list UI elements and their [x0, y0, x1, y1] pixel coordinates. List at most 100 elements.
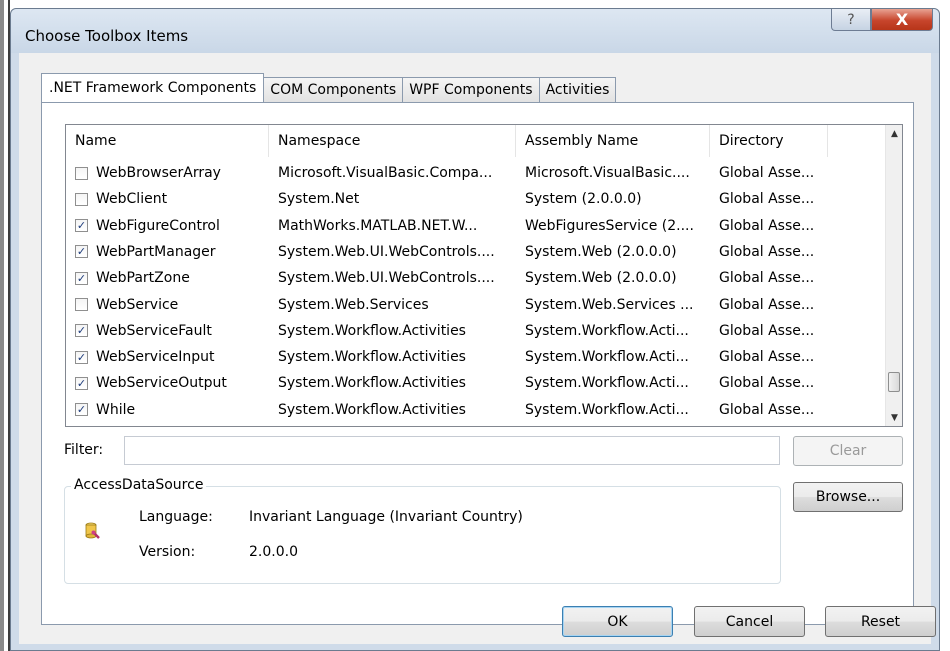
cell-namespace: System.Web.UI.WebControls.... — [278, 270, 495, 287]
cell-directory: Global Asse... — [719, 349, 815, 366]
component-icon — [85, 522, 101, 544]
item-checkbox[interactable]: ✓ — [75, 245, 88, 259]
cell-name: ✓ While — [66, 402, 269, 418]
components-list[interactable]: Name Namespace Assembly Name Directory W… — [65, 124, 903, 427]
list-item[interactable]: ✓ WebServiceOutput System.Workflow.Activit… — [66, 370, 886, 396]
item-checkbox[interactable]: ✓ — [75, 324, 88, 338]
item-name: WebServiceFault — [96, 322, 212, 339]
cell-assembly-name: System.Workflow.Acti... — [525, 375, 689, 392]
item-checkbox[interactable] — [75, 192, 88, 206]
help-button[interactable]: ? — [831, 9, 871, 31]
close-icon: X — [895, 10, 909, 29]
cell-name: ✓ WebServiceOutput — [66, 375, 269, 391]
close-button[interactable]: X — [871, 9, 933, 31]
cell-namespace: System.Workflow.Activities — [278, 401, 466, 418]
cell-directory: Global Asse... — [719, 217, 815, 234]
window-title: Choose Toolbox Items — [25, 27, 189, 45]
cell-name: ✓ WebPartManager — [66, 244, 269, 260]
item-name: WebPartZone — [96, 270, 190, 287]
language-label: Language: — [139, 509, 213, 525]
help-icon: ? — [847, 11, 855, 28]
list-item[interactable]: WebService System.Web.Services System.Web.… — [66, 292, 886, 318]
item-checkbox[interactable]: ✓ — [75, 271, 88, 285]
cell-name: WebClient — [66, 191, 269, 207]
column-header-name[interactable]: Name — [66, 125, 269, 157]
vertical-scrollbar[interactable]: ▲ ▼ — [885, 125, 902, 426]
item-name: WebService — [96, 296, 179, 313]
filter-label: Filter: — [64, 442, 104, 458]
cell-namespace: Microsoft.VisualBasic.Compa... — [278, 165, 493, 181]
scrollbar-thumb[interactable] — [888, 372, 900, 392]
list-item[interactable]: ✓ WebFigureControl MathWorks.MATLAB.NET.W.… — [66, 213, 886, 239]
item-name: WebServiceInput — [96, 349, 215, 366]
cell-assembly-name: Microsoft.VisualBasic.... — [525, 165, 690, 181]
cell-namespace: System.Web.UI.WebControls.... — [278, 243, 495, 260]
item-checkbox[interactable]: ✓ — [75, 219, 88, 233]
cell-namespace: System.Workflow.Activities — [278, 349, 466, 366]
title-bar: Choose Toolbox Items ? X — [11, 9, 939, 53]
list-header: Name Namespace Assembly Name Directory — [66, 125, 886, 157]
cell-name: ✓ WebServiceInput — [66, 349, 269, 365]
cell-assembly-name: System.Workflow.Acti... — [525, 401, 689, 418]
ok-button[interactable]: OK — [562, 606, 673, 637]
item-checkbox[interactable]: ✓ — [75, 403, 88, 417]
cell-assembly-name: System.Web (2.0.0.0) — [525, 243, 677, 260]
details-group-title: AccessDataSource — [71, 477, 207, 493]
tab-strip: .NET Framework Components COM Components… — [41, 73, 617, 102]
cell-directory: Global Asse... — [719, 165, 815, 181]
cell-namespace: System.Net — [278, 191, 360, 208]
item-checkbox[interactable]: ✓ — [75, 376, 88, 390]
scroll-down-icon[interactable]: ▼ — [886, 409, 902, 426]
filter-input[interactable] — [124, 436, 780, 465]
tab-panel: Name Namespace Assembly Name Directory W… — [41, 102, 914, 625]
tab-wpf-components[interactable]: WPF Components — [402, 77, 540, 102]
version-value: 2.0.0.0 — [249, 544, 298, 560]
item-checkbox[interactable] — [75, 166, 88, 180]
list-item[interactable]: ✓ WebPartZone System.Web.UI.WebControls...… — [66, 265, 886, 291]
browse-button[interactable]: Browse... — [793, 482, 903, 512]
version-label: Version: — [139, 544, 196, 560]
language-value: Invariant Language (Invariant Country) — [249, 509, 523, 525]
choose-toolbox-items-dialog: Choose Toolbox Items ? X .NET Framework … — [10, 8, 940, 651]
item-name: WebClient — [96, 191, 168, 208]
tab-net-framework-components[interactable]: .NET Framework Components — [41, 73, 265, 102]
reset-button[interactable]: Reset — [825, 606, 936, 637]
item-checkbox[interactable] — [75, 298, 88, 311]
cell-directory: Global Asse... — [719, 375, 815, 392]
cell-namespace: System.Web.Services — [278, 296, 429, 313]
cell-directory: Global Asse... — [719, 401, 815, 418]
cell-directory: Global Asse... — [719, 191, 815, 208]
item-name: While — [96, 401, 136, 418]
clear-button[interactable]: Clear — [793, 436, 903, 466]
item-name: WebServiceOutput — [96, 375, 227, 392]
cell-directory: Global Asse... — [719, 270, 815, 287]
tab-com-components[interactable]: COM Components — [263, 77, 404, 102]
cancel-button[interactable]: Cancel — [694, 606, 805, 637]
list-item[interactable]: WebClient System.Net System (2.0.0.0) Globa… — [66, 186, 886, 212]
column-header-filler — [828, 125, 886, 157]
list-item[interactable]: ✓ WebServiceInput System.Workflow.Activiti… — [66, 344, 886, 370]
cell-name: ✓ WebServiceFault — [66, 323, 269, 339]
cell-assembly-name: System.Workflow.Acti... — [525, 349, 689, 366]
list-item[interactable]: ✓ WebPartManager System.Web.UI.WebControls… — [66, 239, 886, 265]
list-item[interactable]: ✓ While System.Workflow.Activities System.W… — [66, 397, 886, 423]
list-item[interactable]: WebBrowserArray Microsoft.VisualBasic.Com… — [66, 160, 886, 186]
selected-item-details: AccessDataSource Language: Invariant Lan… — [64, 477, 781, 584]
cell-name: WebService — [66, 297, 269, 313]
column-header-directory[interactable]: Directory — [710, 125, 828, 157]
column-header-namespace[interactable]: Namespace — [269, 125, 516, 157]
cell-namespace: System.Workflow.Activities — [278, 375, 466, 392]
item-checkbox[interactable]: ✓ — [75, 350, 88, 364]
cell-directory: Global Asse... — [719, 296, 815, 313]
cell-namespace: System.Workflow.Activities — [278, 322, 466, 339]
cell-name: WebBrowserArray — [66, 165, 269, 181]
item-name: WebFigureControl — [96, 217, 220, 234]
cell-assembly-name: System (2.0.0.0) — [525, 191, 642, 208]
cell-assembly-name: WebFiguresService (2.... — [525, 217, 694, 234]
tab-activities[interactable]: Activities — [538, 77, 617, 102]
cell-assembly-name: System.Web (2.0.0.0) — [525, 270, 677, 287]
cell-directory: Global Asse... — [719, 243, 815, 260]
scroll-up-icon[interactable]: ▲ — [886, 125, 902, 142]
column-header-assembly-name[interactable]: Assembly Name — [516, 125, 710, 157]
list-item[interactable]: ✓ WebServiceFault System.Workflow.Activiti… — [66, 318, 886, 344]
